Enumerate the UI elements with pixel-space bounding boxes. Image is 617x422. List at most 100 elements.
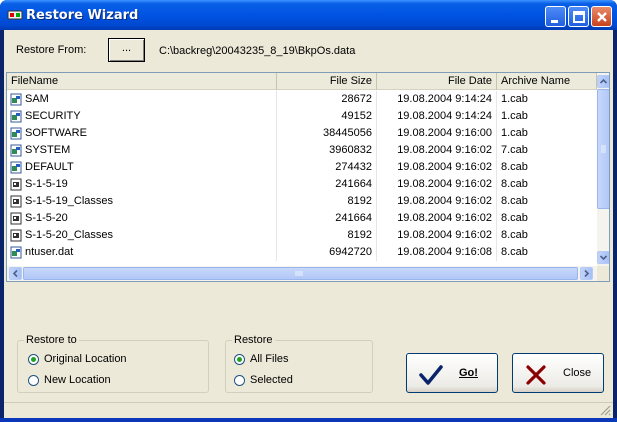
table-row[interactable]: SOFTWARE 38445056 19.08.2004 9:16:00 1.c… bbox=[7, 125, 597, 142]
cell-file-size: 8192 bbox=[277, 227, 377, 244]
cell-file-size: 6942720 bbox=[277, 244, 377, 261]
cell-archive-name: 8.cab bbox=[501, 195, 528, 207]
title-bar[interactable]: Restore Wizard bbox=[0, 0, 617, 30]
radio-unselected-icon bbox=[28, 375, 39, 386]
cell-file-date: 19.08.2004 9:14:24 bbox=[377, 91, 497, 108]
cell-archive-name: 8.cab bbox=[501, 161, 528, 173]
x-mark-icon bbox=[526, 365, 546, 385]
minimize-button[interactable] bbox=[545, 6, 566, 27]
scroll-down-button[interactable] bbox=[597, 251, 609, 264]
cell-file-date: 19.08.2004 9:16:00 bbox=[377, 125, 497, 142]
cell-file-date: 19.08.2004 9:16:02 bbox=[377, 210, 497, 227]
backup-path: C:\backreg\20043235_8_19\BkpOs.data bbox=[159, 45, 356, 57]
cell-filename: S-1-5-19_Classes bbox=[7, 193, 277, 210]
cell-file-date: 19.08.2004 9:16:02 bbox=[377, 159, 497, 176]
radio-selected-icon bbox=[28, 354, 39, 365]
table-row[interactable]: DEFAULT 274432 19.08.2004 9:16:02 8.cab bbox=[7, 159, 597, 176]
cell-filename: S-1-5-20_Classes bbox=[7, 227, 277, 244]
cell-archive-name: 8.cab bbox=[501, 229, 528, 241]
file-list[interactable]: FileName File Size File Date Archive Nam… bbox=[6, 72, 610, 282]
chevron-left-icon bbox=[12, 269, 18, 278]
cell-file-size: 241664 bbox=[277, 210, 377, 227]
maximize-icon bbox=[573, 11, 585, 23]
close-label: Close bbox=[563, 367, 592, 379]
cell-filename: S-1-5-19 bbox=[7, 176, 277, 193]
status-bar bbox=[4, 402, 613, 418]
radio-label: Selected bbox=[250, 374, 293, 386]
cell-filename: DEFAULT bbox=[7, 159, 277, 176]
table-row[interactable]: S-1-5-20 241664 19.08.2004 9:16:02 8.cab bbox=[7, 210, 597, 227]
app-icon bbox=[7, 10, 23, 20]
checkmark-icon bbox=[419, 365, 443, 385]
cell-file-size: 38445056 bbox=[277, 125, 377, 142]
radio-label: All Files bbox=[250, 353, 289, 365]
radio-unselected-icon bbox=[234, 375, 245, 386]
minimize-icon bbox=[551, 20, 558, 23]
cell-archive-name: 8.cab bbox=[501, 178, 528, 190]
cell-filename: SOFTWARE bbox=[7, 125, 277, 142]
cell-file-size: 241664 bbox=[277, 176, 377, 193]
table-row[interactable]: SYSTEM 3960832 19.08.2004 9:16:02 7.cab bbox=[7, 142, 597, 159]
table-row[interactable]: SECURITY 49152 19.08.2004 9:14:24 1.cab bbox=[7, 108, 597, 125]
grip-icon bbox=[601, 145, 606, 153]
horizontal-scroll-thumb[interactable] bbox=[23, 267, 578, 280]
table-row[interactable]: S-1-5-19 241664 19.08.2004 9:16:02 8.cab bbox=[7, 176, 597, 193]
cell-filename: SECURITY bbox=[7, 108, 277, 125]
close-button[interactable]: Close bbox=[512, 353, 604, 393]
horizontal-scrollbar[interactable] bbox=[7, 266, 597, 281]
cell-filename: ntuser.dat bbox=[7, 244, 277, 261]
cell-file-date: 19.08.2004 9:14:24 bbox=[377, 108, 497, 125]
go-button[interactable]: Go! bbox=[406, 353, 498, 393]
cell-filename: S-1-5-20 bbox=[7, 210, 277, 227]
scroll-right-button[interactable] bbox=[580, 267, 593, 280]
cell-file-size: 8192 bbox=[277, 193, 377, 210]
cell-file-date: 19.08.2004 9:16:08 bbox=[377, 244, 497, 261]
restore-to-title: Restore to bbox=[24, 334, 79, 346]
chevron-up-icon bbox=[599, 78, 608, 84]
radio-selected-icon bbox=[234, 354, 245, 365]
table-row[interactable]: ntuser.dat 6942720 19.08.2004 9:16:08 8.… bbox=[7, 244, 597, 261]
resize-grip-icon[interactable] bbox=[599, 404, 611, 416]
cell-archive-name: 7.cab bbox=[501, 144, 528, 156]
browse-button[interactable]: ... bbox=[108, 38, 145, 62]
table-row[interactable]: S-1-5-20_Classes 8192 19.08.2004 9:16:02… bbox=[7, 227, 597, 244]
scroll-left-button[interactable] bbox=[9, 267, 22, 280]
scrollbar-corner bbox=[597, 266, 609, 281]
column-header-file-date[interactable]: File Date bbox=[377, 73, 497, 90]
column-header-archive-name[interactable]: Archive Name bbox=[497, 73, 597, 90]
go-label: Go! bbox=[459, 367, 478, 379]
cell-file-date: 19.08.2004 9:16:02 bbox=[377, 176, 497, 193]
restore-to-group: Restore to Original Location New Locatio… bbox=[17, 334, 209, 393]
window-title: Restore Wizard bbox=[26, 8, 139, 23]
cell-archive-name: 1.cab bbox=[501, 93, 528, 105]
cell-file-date: 19.08.2004 9:16:02 bbox=[377, 193, 497, 210]
column-header-filename[interactable]: FileName bbox=[7, 73, 277, 90]
restore-title: Restore bbox=[232, 334, 275, 346]
cell-file-size: 28672 bbox=[277, 91, 377, 108]
column-header-file-size[interactable]: File Size bbox=[277, 73, 377, 90]
vertical-scroll-thumb[interactable] bbox=[597, 89, 609, 209]
cell-file-size: 274432 bbox=[277, 159, 377, 176]
window-frame-bottom bbox=[0, 418, 617, 422]
dialog-client-area: Restore From: ... C:\backreg\20043235_8_… bbox=[4, 30, 613, 418]
cell-filename: SAM bbox=[7, 91, 277, 108]
cell-archive-name: 8.cab bbox=[501, 212, 528, 224]
scroll-up-button[interactable] bbox=[597, 75, 609, 88]
cell-file-size: 49152 bbox=[277, 108, 377, 125]
cell-archive-name: 1.cab bbox=[501, 127, 528, 139]
cell-file-date: 19.08.2004 9:16:02 bbox=[377, 142, 497, 159]
cell-archive-name: 8.cab bbox=[501, 246, 528, 258]
restore-group: Restore All Files Selected bbox=[225, 334, 373, 393]
table-row[interactable]: SAM 28672 19.08.2004 9:14:24 1.cab bbox=[7, 91, 597, 108]
close-window-button[interactable] bbox=[591, 6, 612, 27]
list-rows: SAM 28672 19.08.2004 9:14:24 1.cab SECUR… bbox=[7, 91, 597, 266]
restore-from-label: Restore From: bbox=[16, 44, 87, 56]
radio-label: New Location bbox=[44, 374, 111, 386]
maximize-button[interactable] bbox=[568, 6, 589, 27]
cell-file-date: 19.08.2004 9:16:02 bbox=[377, 227, 497, 244]
table-row[interactable]: S-1-5-19_Classes 8192 19.08.2004 9:16:02… bbox=[7, 193, 597, 210]
vertical-scrollbar[interactable] bbox=[597, 73, 609, 266]
close-icon bbox=[597, 12, 607, 22]
cell-archive-name: 1.cab bbox=[501, 110, 528, 122]
restore-wizard-window: Restore Wizard Restore From: ... C:\back… bbox=[0, 0, 617, 422]
